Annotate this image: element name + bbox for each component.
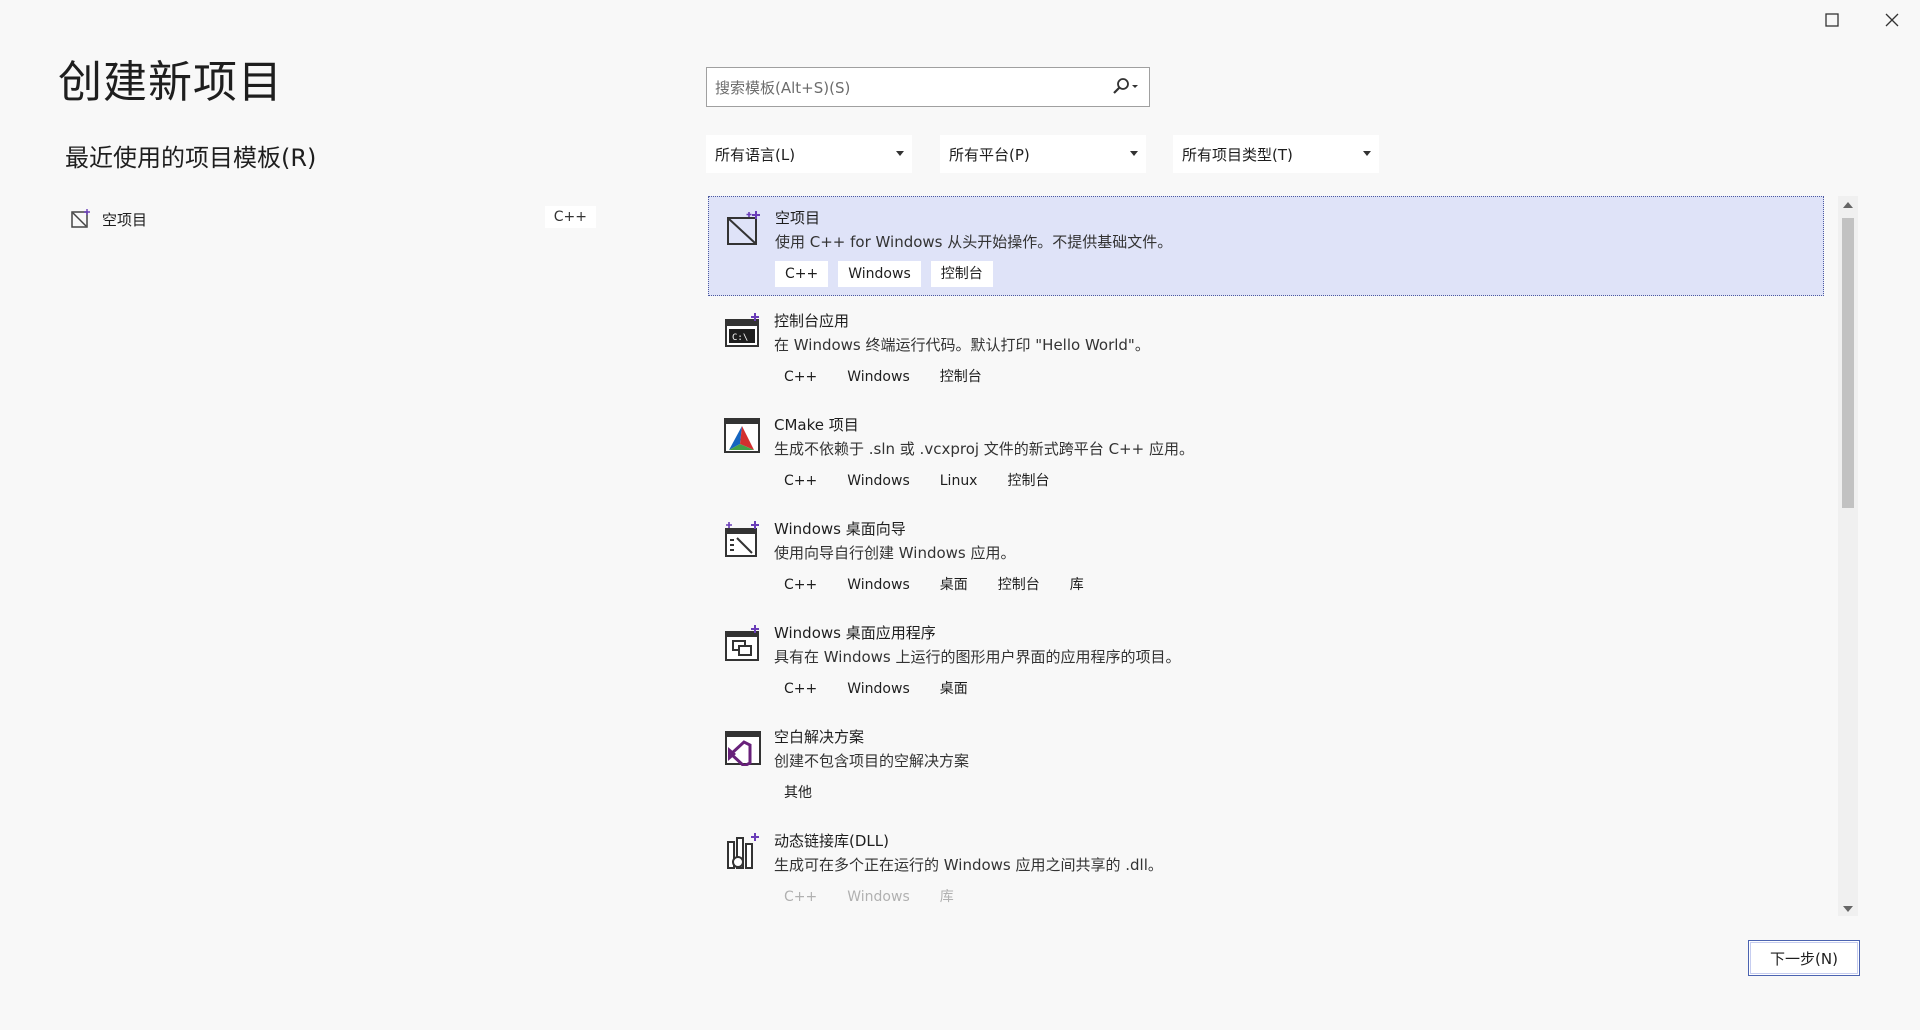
recent-templates-heading: 最近使用的项目模板(R) (65, 144, 317, 172)
template-tag: 桌面 (939, 681, 968, 697)
chevron-down-icon (1363, 151, 1371, 156)
template-description: 生成不依赖于 .sln 或 .vcxproj 文件的新式跨平台 C++ 应用。 (774, 440, 1194, 458)
template-tag: 控制台 (997, 577, 1040, 593)
dll-icon (727, 833, 759, 869)
template-tag: Windows (847, 681, 910, 697)
search-icon[interactable] (1111, 77, 1139, 101)
template-title: 空项目 (775, 209, 821, 227)
chevron-down-icon (896, 151, 904, 156)
recent-item-empty-project[interactable]: 空项目 C++ (66, 202, 596, 236)
template-tag: C++ (784, 577, 818, 593)
empty-project-icon (71, 209, 90, 228)
template-tag: 桌面 (939, 577, 968, 593)
cmake-icon (724, 418, 760, 453)
template-description: 在 Windows 终端运行代码。默认打印 "Hello World"。 (774, 336, 1150, 354)
template-search[interactable] (706, 67, 1150, 108)
platform-filter-label: 所有平台(P) (949, 145, 1030, 164)
template-tag: 库 (939, 889, 954, 905)
template-desktop-wizard[interactable]: Windows 桌面向导 使用向导自行创建 Windows 应用。 C++ Wi… (708, 508, 1824, 608)
template-tag: Windows (847, 889, 910, 905)
platform-filter[interactable]: 所有平台(P) (940, 135, 1146, 173)
template-description: 使用向导自行创建 Windows 应用。 (774, 544, 1016, 562)
template-console-app[interactable]: C:\ 控制台应用 在 Windows 终端运行代码。默认打印 "Hello W… (708, 300, 1824, 400)
template-tag: Windows (847, 473, 910, 489)
template-tag: C++ (784, 681, 818, 697)
template-cmake-project[interactable]: CMake 项目 生成不依赖于 .sln 或 .vcxproj 文件的新式跨平台… (708, 404, 1824, 504)
template-tag: Windows (838, 261, 921, 287)
template-list: 空项目 使用 C++ for Windows 从头开始操作。不提供基础文件。 C… (706, 196, 1826, 916)
template-title: 控制台应用 (774, 312, 850, 330)
close-icon (1885, 13, 1899, 27)
template-title: Windows 桌面应用程序 (774, 624, 936, 642)
template-tag: 其他 (784, 785, 812, 801)
language-filter-label: 所有语言(L) (715, 145, 796, 164)
template-desktop-app[interactable]: Windows 桌面应用程序 具有在 Windows 上运行的图形用户界面的应用… (708, 612, 1824, 712)
close-button[interactable] (1866, 0, 1918, 40)
blank-solution-icon (725, 731, 761, 766)
template-tag: 控制台 (1007, 473, 1050, 489)
language-filter[interactable]: 所有语言(L) (706, 135, 912, 173)
template-tag: Windows (847, 369, 910, 385)
recent-item-label: 空项目 (102, 210, 148, 229)
template-description: 生成可在多个正在运行的 Windows 应用之间共享的 .dll。 (774, 856, 1163, 874)
template-description: 创建不包含项目的空解决方案 (774, 752, 970, 770)
template-description: 具有在 Windows 上运行的图形用户界面的应用程序的项目。 (774, 648, 1181, 666)
project-type-filter[interactable]: 所有项目类型(T) (1173, 135, 1379, 173)
template-tag: C++ (775, 261, 829, 287)
template-tag: Linux (939, 473, 978, 489)
page-title: 创建新项目 (58, 57, 283, 108)
template-title: Windows 桌面向导 (774, 520, 906, 538)
template-blank-solution[interactable]: 空白解决方案 创建不包含项目的空解决方案 其他 (708, 716, 1824, 816)
desktop-wizard-icon (725, 521, 759, 557)
project-type-filter-label: 所有项目类型(T) (1182, 145, 1293, 164)
search-input[interactable] (713, 68, 1097, 108)
template-title: 空白解决方案 (774, 728, 865, 746)
scrollbar-thumb[interactable] (1842, 218, 1854, 508)
console-app-icon: C:\ (725, 313, 759, 347)
scroll-down-icon[interactable] (1843, 906, 1853, 912)
template-empty-project[interactable]: 空项目 使用 C++ for Windows 从头开始操作。不提供基础文件。 C… (708, 196, 1824, 296)
next-button[interactable]: 下一步(N) (1748, 940, 1860, 976)
maximize-icon (1825, 13, 1839, 27)
template-title: CMake 项目 (774, 416, 859, 434)
svg-text:C:\: C:\ (732, 333, 748, 343)
chevron-down-icon (1130, 151, 1138, 156)
template-tag: 控制台 (930, 261, 993, 287)
template-dll[interactable]: 动态链接库(DLL) 生成可在多个正在运行的 Windows 应用之间共享的 .… (708, 820, 1824, 916)
template-tag: C++ (784, 889, 818, 905)
maximize-button[interactable] (1806, 0, 1858, 40)
recent-item-tag: C++ (544, 206, 596, 228)
template-list-scrollbar[interactable] (1838, 196, 1858, 916)
template-tag: 控制台 (939, 369, 982, 385)
template-tag: C++ (784, 369, 818, 385)
scroll-up-icon[interactable] (1843, 202, 1853, 208)
template-description: 使用 C++ for Windows 从头开始操作。不提供基础文件。 (775, 233, 1173, 251)
empty-project-icon (727, 211, 760, 245)
desktop-app-icon (725, 625, 759, 661)
template-tag: Windows (847, 577, 910, 593)
template-title: 动态链接库(DLL) (774, 832, 889, 850)
template-tag: 库 (1069, 577, 1084, 593)
template-tag: C++ (784, 473, 818, 489)
